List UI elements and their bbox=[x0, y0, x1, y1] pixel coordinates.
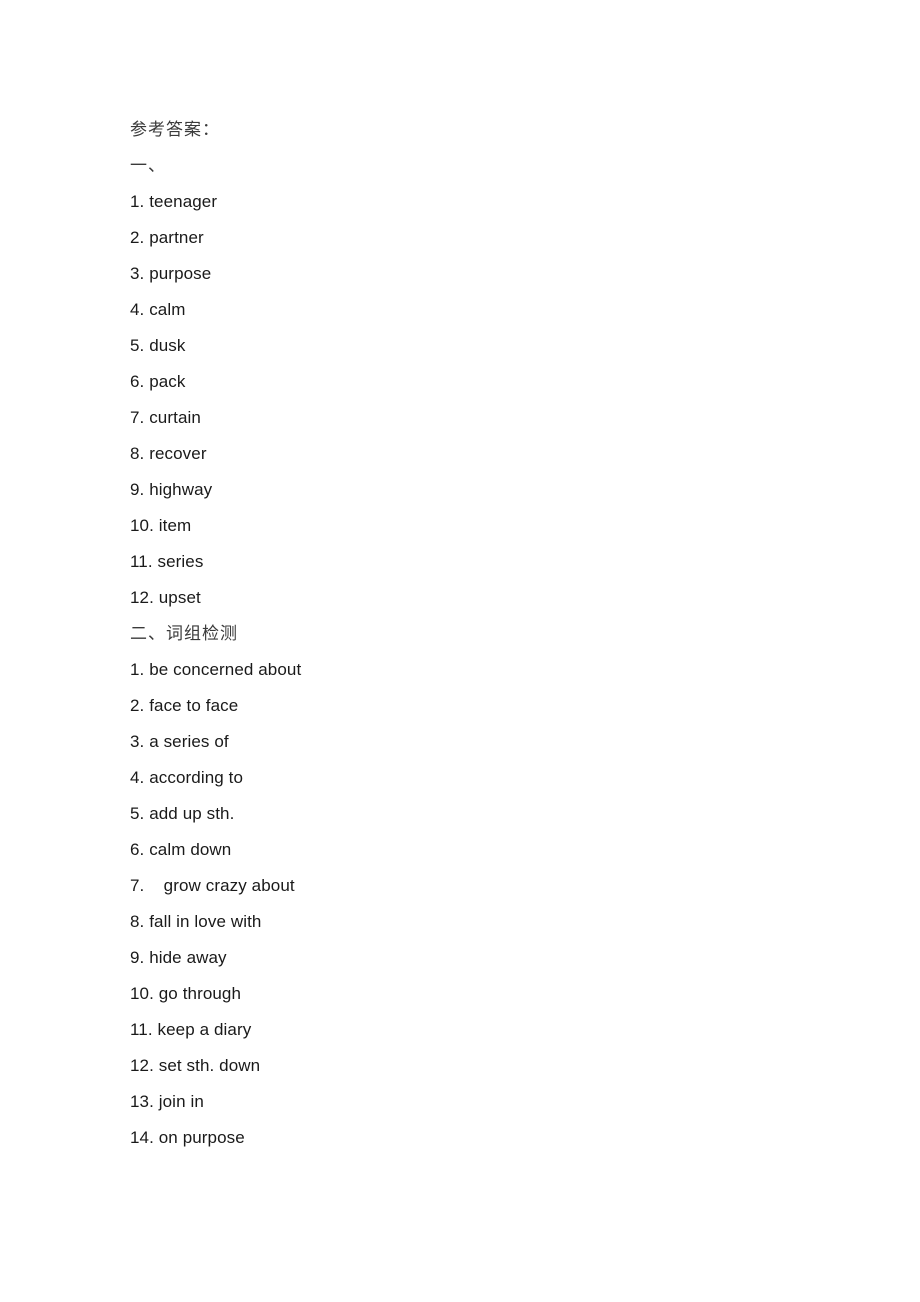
list-item: 11. series bbox=[130, 552, 204, 571]
list-item: 12. upset bbox=[130, 588, 201, 607]
list-item: 8. fall in love with bbox=[130, 912, 262, 931]
list-item: 5. dusk bbox=[130, 336, 186, 355]
document-page: 参考答案： 一、 1. teenager 2. partner 3. purpo… bbox=[0, 0, 920, 1302]
list-item: 6. calm down bbox=[130, 840, 232, 859]
list-item: 7. grow crazy about bbox=[130, 876, 295, 895]
list-item: 12. set sth. down bbox=[130, 1056, 261, 1075]
list-item: 5. add up sth. bbox=[130, 804, 235, 823]
list-item: 8. recover bbox=[130, 444, 207, 463]
list-item: 4. according to bbox=[130, 768, 244, 787]
list-item: 6. pack bbox=[130, 372, 186, 391]
list-item: 2. partner bbox=[130, 228, 204, 247]
document-text-column: 参考答案： 一、 1. teenager 2. partner 3. purpo… bbox=[130, 112, 830, 1156]
list-item: 3. purpose bbox=[130, 264, 212, 283]
list-item: 1. be concerned about bbox=[130, 660, 302, 679]
answer-key-title: 参考答案： bbox=[130, 120, 220, 140]
list-item: 13. join in bbox=[130, 1092, 204, 1111]
list-item: 9. hide away bbox=[130, 948, 227, 967]
list-item: 2. face to face bbox=[130, 696, 239, 715]
section-one-heading: 一、 bbox=[130, 156, 166, 176]
list-item: 7. curtain bbox=[130, 408, 201, 427]
list-item: 10. item bbox=[130, 516, 192, 535]
list-item: 9. highway bbox=[130, 480, 213, 499]
list-item: 3. a series of bbox=[130, 732, 229, 751]
list-item: 11. keep a diary bbox=[130, 1020, 252, 1039]
list-item: 4. calm bbox=[130, 300, 186, 319]
section-two-heading: 二、词组检测 bbox=[130, 624, 238, 644]
list-item: 10. go through bbox=[130, 984, 242, 1003]
list-item: 14. on purpose bbox=[130, 1128, 245, 1147]
list-item: 1. teenager bbox=[130, 192, 218, 211]
